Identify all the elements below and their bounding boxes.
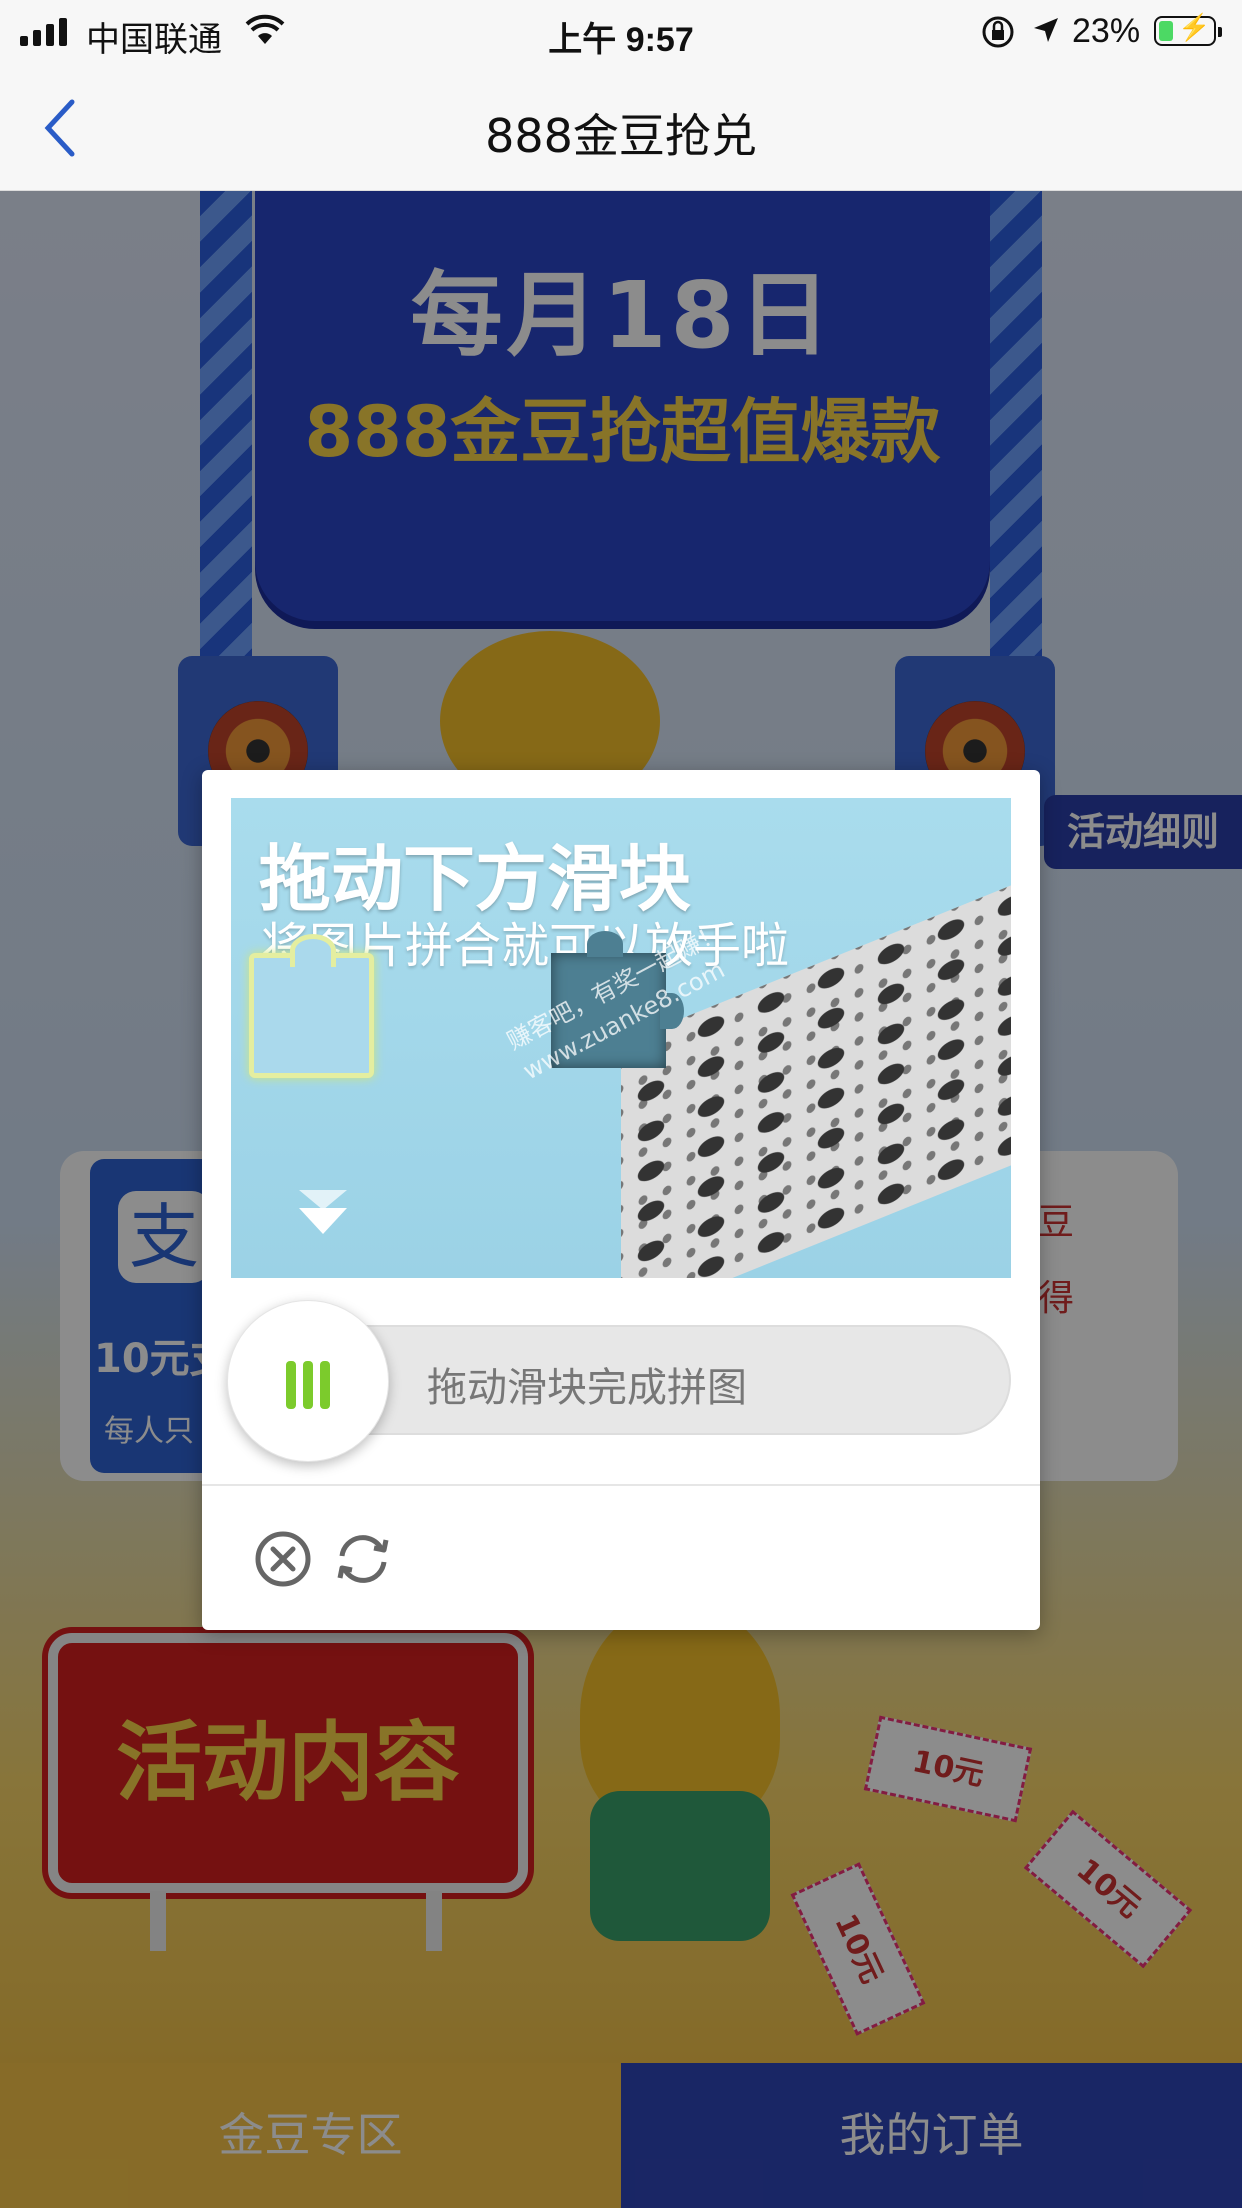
puzzle-piece[interactable] [249, 934, 374, 1078]
slider-hint: 拖动滑块完成拼图 [427, 1365, 747, 1411]
location-arrow-icon [1030, 14, 1062, 55]
puzzle-image: 拖动下方滑块 将图片拼合就可以放手啦 赚客吧，有奖一起赚！ www.zuanke… [231, 798, 1011, 1278]
close-circle-icon [255, 1531, 311, 1587]
divider [202, 1484, 1040, 1486]
slider-captcha-dialog: 拖动下方滑块 将图片拼合就可以放手啦 赚客吧，有奖一起赚！ www.zuanke… [202, 770, 1040, 1630]
slider-handle[interactable] [227, 1300, 389, 1462]
refresh-button[interactable] [330, 1526, 396, 1592]
down-arrow-icon [299, 1190, 347, 1210]
refresh-icon [337, 1535, 389, 1583]
page-title: 888金豆抢兑 [485, 109, 757, 163]
down-arrow-icon [299, 1208, 347, 1234]
nav-bar: 888金豆抢兑 [0, 66, 1242, 191]
status-bar: 中国联通 上午 9:57 23% ⚡ [0, 0, 1242, 66]
close-button[interactable] [250, 1526, 316, 1592]
battery-percent: 23% [1072, 12, 1141, 50]
battery-charging-icon: ⚡ [1154, 12, 1222, 46]
orientation-lock-icon [980, 14, 1016, 59]
